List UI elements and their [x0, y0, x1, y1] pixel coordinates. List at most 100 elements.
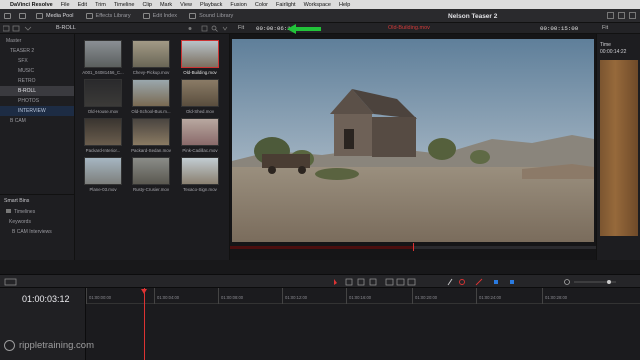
metadata-icon[interactable]: [618, 12, 625, 19]
bin-b-roll[interactable]: B-ROLL: [0, 86, 74, 96]
menu-clip[interactable]: Clip: [142, 2, 151, 8]
current-bin-name: B-ROLL: [56, 25, 76, 31]
source-viewer: [230, 34, 596, 270]
clip-label: Old-Shed.mov: [185, 109, 215, 114]
ruler-tick: [476, 288, 477, 304]
media-pool-button[interactable]: Media Pool: [30, 9, 80, 22]
menu-fusion[interactable]: Fusion: [230, 2, 247, 8]
clip-thumbnail[interactable]: [132, 79, 170, 107]
playhead-handle[interactable]: [141, 289, 147, 294]
bin-b-cam[interactable]: B CAM: [0, 116, 74, 126]
smart-bin-label: Timelines: [14, 209, 36, 215]
ripple-logo-icon: [4, 340, 15, 351]
menu-workspace[interactable]: Workspace: [304, 2, 331, 8]
scrubber-played: [230, 246, 413, 249]
clip-thumbnail[interactable]: [84, 40, 122, 68]
inspector-icon[interactable]: [629, 12, 636, 19]
smart-bin-timelines[interactable]: Timelines: [0, 207, 74, 217]
mixer-icon[interactable]: [607, 12, 614, 19]
media-pool-tools[interactable]: [150, 25, 230, 32]
menu-view[interactable]: View: [180, 2, 192, 8]
ruler-label: 01:00:00:00: [89, 295, 112, 300]
clip-label: Packard-Interior...: [85, 148, 121, 153]
bin-sfx[interactable]: SFX: [0, 56, 74, 66]
media-pool-view-icons[interactable]: [3, 25, 43, 32]
timeline-panel: 01:00:03:12 01:00:00:00 01:00:04:00 01:0…: [0, 288, 640, 360]
ruler-tick: [346, 288, 347, 304]
clip-thumbnail[interactable]: [84, 157, 122, 185]
dynamic-trim-icon[interactable]: [357, 278, 365, 286]
menu-help[interactable]: Help: [339, 2, 350, 8]
menu-fairlight[interactable]: Fairlight: [276, 2, 296, 8]
overwrite-icon[interactable]: [396, 278, 405, 286]
smart-bins-panel: Smart Bins Timelines Keywords B CAM Inte…: [0, 194, 75, 260]
clip-thumbnail[interactable]: [181, 157, 219, 185]
menu-playback[interactable]: Playback: [200, 2, 222, 8]
effects-library-button[interactable]: Effects Library: [80, 9, 137, 22]
effects-icon: [85, 12, 93, 19]
menu-trim[interactable]: Trim: [95, 2, 106, 8]
edit-index-button[interactable]: Edit Index: [137, 9, 183, 22]
snapping-icon[interactable]: [447, 278, 453, 286]
clip-thumbnail-selected[interactable]: [181, 40, 219, 68]
ruler-label: 01:00:08:00: [221, 295, 244, 300]
clip-thumbnail[interactable]: [181, 79, 219, 107]
clip-thumbnail[interactable]: [181, 118, 219, 146]
mac-menu-bar: DaVinci Resolve File Edit Trim Timeline …: [0, 0, 640, 9]
menu-color[interactable]: Color: [255, 2, 268, 8]
media-pool-icon: [36, 12, 43, 19]
source-clip-name[interactable]: Old-Building.mov: [388, 25, 430, 31]
clip-thumbnail[interactable]: [84, 118, 122, 146]
replace-icon[interactable]: [407, 278, 416, 286]
sound-library-button[interactable]: Sound Library: [183, 9, 239, 22]
source-zoom-fit[interactable]: Fit: [238, 25, 244, 31]
trim-tool-icon[interactable]: [345, 278, 353, 286]
clip-thumbnail[interactable]: [132, 157, 170, 185]
edit-index-icon: [142, 12, 150, 19]
menu-edit[interactable]: Edit: [78, 2, 87, 8]
timeline-viewer-edge: Time 00:00:14:22: [596, 34, 640, 260]
bin-retro[interactable]: RETRO: [0, 76, 74, 86]
toolbar-first-button[interactable]: [0, 9, 15, 22]
bin-photos[interactable]: PHOTOS: [0, 96, 74, 106]
media-pool-clip-grid: A001_04081456_C... Chevy-Pickup.mov Old-…: [75, 34, 230, 260]
flag-icon[interactable]: [494, 280, 498, 284]
smart-bin-keywords[interactable]: Keywords: [0, 217, 74, 227]
position-lock-icon[interactable]: [475, 278, 483, 286]
smart-bin-b-cam-interviews[interactable]: B CAM Interviews: [0, 227, 74, 237]
selection-tool-icon[interactable]: [334, 279, 337, 285]
scrubber-playhead[interactable]: [413, 243, 414, 251]
bin-music[interactable]: MUSIC: [0, 66, 74, 76]
program-zoom-fit[interactable]: Fit: [602, 25, 608, 31]
ruler-tick: [218, 288, 219, 304]
app-menu[interactable]: DaVinci Resolve: [10, 2, 53, 8]
clip-label: Old-School-Bus.m...: [131, 109, 171, 114]
menu-file[interactable]: File: [61, 2, 70, 8]
viewer-frame-image[interactable]: [232, 39, 594, 242]
ruler-label: 01:00:16:00: [349, 295, 372, 300]
marker-icon[interactable]: [510, 280, 514, 284]
timeline-view-options-icon[interactable]: [4, 278, 18, 286]
linked-selection-icon[interactable]: [459, 279, 465, 285]
blade-tool-icon[interactable]: [369, 278, 377, 286]
effects-library-label: Effects Library: [95, 12, 131, 19]
clip-thumbnail[interactable]: [132, 40, 170, 68]
ruler-tick: [542, 288, 543, 304]
bin-interview[interactable]: INTERVIEW: [0, 106, 74, 116]
toolbar-gap: [0, 260, 640, 274]
menu-timeline[interactable]: Timeline: [114, 2, 135, 8]
timeline-playhead[interactable]: [144, 288, 145, 360]
zoom-out-icon[interactable]: [564, 279, 570, 285]
program-frame-image[interactable]: [600, 60, 638, 236]
green-arrow-annotation-icon: [287, 24, 321, 34]
bin-teaser-2[interactable]: TEASER 2: [0, 46, 74, 56]
timeline-ruler[interactable]: 01:00:00:00 01:00:04:00 01:00:08:00 01:0…: [86, 288, 640, 304]
clip-thumbnail[interactable]: [132, 118, 170, 146]
clip-thumbnail[interactable]: [84, 79, 122, 107]
edit-index-label: Edit Index: [152, 12, 178, 19]
toolbar-second-button[interactable]: [15, 9, 30, 22]
insert-icon[interactable]: [385, 278, 394, 286]
viewer-scrubber[interactable]: [230, 243, 596, 251]
bin-master[interactable]: Master: [0, 36, 74, 46]
menu-mark[interactable]: Mark: [160, 2, 172, 8]
